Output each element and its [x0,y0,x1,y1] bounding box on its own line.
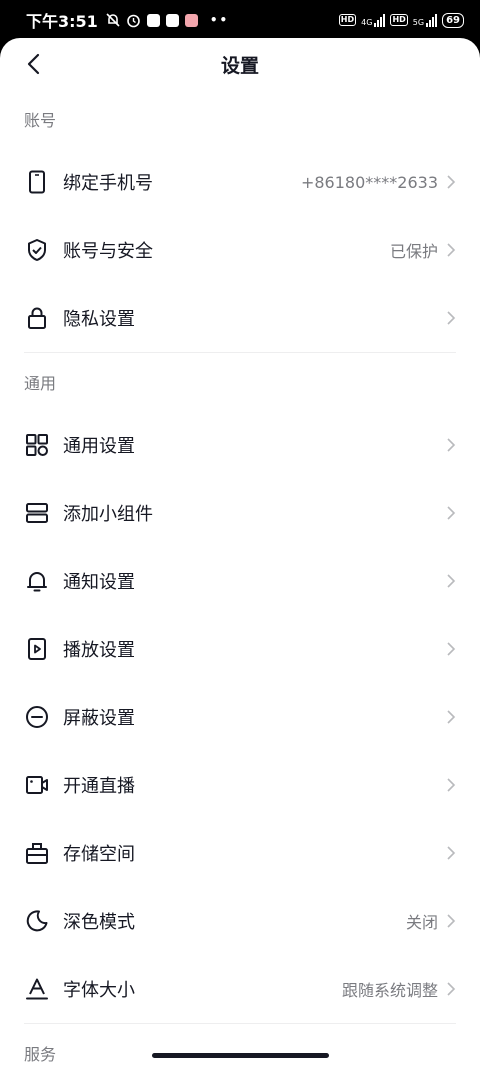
widget-icon [24,500,50,526]
chevron-right-icon [444,438,458,452]
open-live-row[interactable]: 开通直播 [0,751,480,819]
grid-icon [24,432,50,458]
chevron-right-icon [444,243,458,257]
privacy-settings-row[interactable]: 隐私设置 [0,284,480,352]
storage-row[interactable]: 存储空间 [0,819,480,887]
row-label: 字体大小 [63,980,135,1001]
chevron-right-icon [444,778,458,792]
account-security-row[interactable]: 账号与安全 已保护 [0,216,480,284]
hd-badge: HD [390,14,408,26]
nav-header: 设置 [0,38,480,90]
chevron-right-icon [444,574,458,588]
shield-check-icon [24,237,50,263]
chevron-right-icon [444,506,458,520]
back-icon[interactable] [22,52,46,76]
chevron-right-icon [444,914,458,928]
section-title-service: 服务 [24,1045,57,1064]
row-label: 通知设置 [63,572,135,593]
battery-icon: 69 [442,12,464,28]
app-notification-icon [184,13,198,27]
home-indicator[interactable] [152,1053,329,1058]
lock-icon [24,305,50,331]
playback-settings-row[interactable]: 播放设置 [0,615,480,683]
bind-phone-row[interactable]: 绑定手机号 +86180****2633 [0,148,480,216]
play-icon [24,636,50,662]
alarm-icon [126,13,141,28]
signal-icon: 4G [361,13,386,27]
more-notifications-icon: •• [209,13,230,27]
row-label: 账号与安全 [63,241,153,262]
row-label: 存储空间 [63,844,135,865]
storage-icon [24,840,50,866]
status-time: 下午3:51 [26,12,98,31]
font-size-icon [24,976,50,1002]
row-label: 播放设置 [63,640,135,661]
row-value: +86180****2633 [300,172,438,192]
app-notification-icon [146,13,160,27]
chevron-right-icon [444,311,458,325]
video-camera-icon [24,772,50,798]
row-label: 开通直播 [63,776,135,797]
row-label: 屏蔽设置 [63,708,135,729]
bell-icon [24,568,50,594]
chevron-right-icon [444,982,458,996]
status-bar: 下午3:51 •• HD 4G HD 5G 69 [0,0,480,40]
signal-icon: 5G [413,13,438,27]
row-label: 通用设置 [63,436,135,457]
chevron-right-icon [444,175,458,189]
row-label: 添加小组件 [63,504,153,525]
moon-icon [24,908,50,934]
row-label: 绑定手机号 [63,173,153,194]
phone-icon [24,169,50,195]
mute-icon [106,13,120,27]
app-notification-icon [165,13,179,27]
hd-badge: HD [338,14,357,26]
row-value: 关闭 [405,913,438,932]
notification-settings-row[interactable]: 通知设置 [0,547,480,615]
dark-mode-row[interactable]: 深色模式 关闭 [0,887,480,955]
row-value: 跟随系统调整 [341,981,438,1000]
chevron-right-icon [444,642,458,656]
add-widget-row[interactable]: 添加小组件 [0,479,480,547]
block-icon [24,704,50,730]
font-size-row[interactable]: 字体大小 跟随系统调整 [0,955,480,1023]
row-label: 隐私设置 [63,309,135,330]
row-label: 深色模式 [63,912,135,933]
page-title: 设置 [220,54,259,77]
chevron-right-icon [444,710,458,724]
section-title-account: 账号 [24,111,57,130]
section-title-general: 通用 [24,374,57,393]
general-settings-row[interactable]: 通用设置 [0,411,480,479]
settings-page: 设置 账号 绑定手机号 +86180****2633 账号与安全 已保护 隐私设… [0,38,480,1066]
chevron-right-icon [444,846,458,860]
row-value: 已保护 [389,242,438,261]
block-settings-row[interactable]: 屏蔽设置 [0,683,480,751]
